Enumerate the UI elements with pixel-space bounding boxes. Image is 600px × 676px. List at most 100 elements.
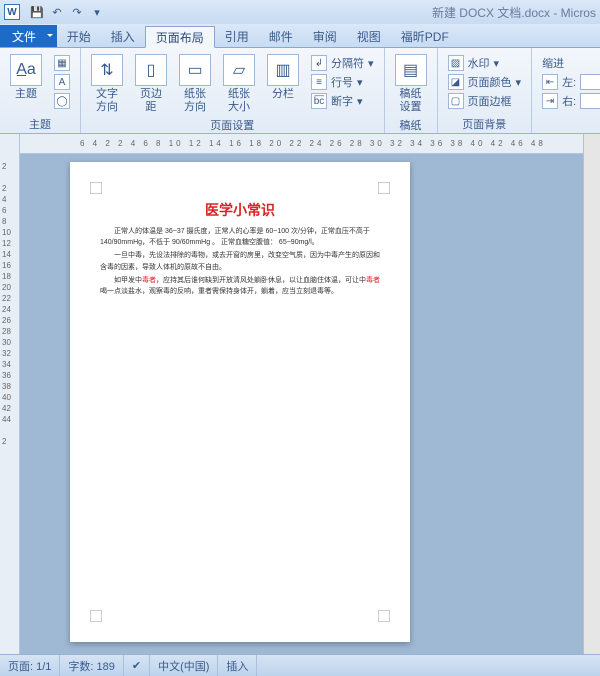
group-theme: A̲a 主题 ▦ A ◯ 主题 xyxy=(0,48,81,133)
ruler-tick: 14 xyxy=(2,250,11,254)
ruler-tick: 2 xyxy=(2,184,11,188)
ruler-tick: 44 xyxy=(2,415,11,419)
save-icon[interactable]: 💾 xyxy=(28,3,46,21)
linenum-icon: ≡ xyxy=(311,74,327,90)
paper-size-icon: ▱ xyxy=(223,54,255,86)
status-page[interactable]: 页面: 1/1 xyxy=(0,655,60,676)
ruler-tick xyxy=(2,426,11,430)
quick-access-toolbar: 💾 ↶ ↷ ▾ xyxy=(28,3,106,21)
tab-开始[interactable]: 开始 xyxy=(57,25,101,47)
qat-dropdown-icon[interactable]: ▾ xyxy=(88,3,106,21)
pagecolor-icon: ◪ xyxy=(448,74,464,90)
status-language[interactable]: 中文(中国) xyxy=(150,655,218,676)
group-label-theme: 主题 xyxy=(6,115,74,133)
app-icon: W xyxy=(4,4,20,20)
tab-页面布局[interactable]: 页面布局 xyxy=(145,26,215,48)
status-insert-mode[interactable]: 插入 xyxy=(218,655,257,676)
theme-icon: A̲a xyxy=(10,54,42,86)
indent-left-field[interactable]: ⇤左: xyxy=(538,73,600,91)
orientation-icon: ▭ xyxy=(179,54,211,86)
group-label-manuscript: 稿纸 xyxy=(391,116,431,134)
effects-icon: ◯ xyxy=(54,93,70,109)
status-word-count[interactable]: 字数: 189 xyxy=(60,655,123,676)
ruler-tick: 8 xyxy=(2,217,11,221)
document-body[interactable]: 正常人的体温是 36~37 摄氏度，正常人的心率是 60~100 次/分钟，正常… xyxy=(100,226,380,297)
document-paragraph[interactable]: 正常人的体温是 36~37 摄氏度，正常人的心率是 60~100 次/分钟，正常… xyxy=(100,226,380,248)
text-direction-button[interactable]: ⇅文字方向 xyxy=(87,52,127,116)
document-page[interactable]: 医学小常识 正常人的体温是 36~37 摄氏度，正常人的心率是 60~100 次… xyxy=(70,162,410,642)
ruler-tick: 22 xyxy=(2,294,11,298)
page-border-button[interactable]: ▢页面边框 xyxy=(444,92,526,110)
ruler-tick: 2 xyxy=(2,162,11,166)
ruler-tick: 42 xyxy=(2,404,11,408)
window-title: 新建 DOCX 文档.docx - Micros xyxy=(432,4,596,21)
group-page-background: ▨水印 ▾ ◪页面颜色 ▾ ▢页面边框 页面背景 xyxy=(438,48,533,133)
ruler-tick: 2 xyxy=(2,437,11,441)
page-canvas[interactable]: 医学小常识 正常人的体温是 36~37 摄氏度，正常人的心率是 60~100 次… xyxy=(20,154,583,654)
tab-审阅[interactable]: 审阅 xyxy=(303,25,347,47)
tab-引用[interactable]: 引用 xyxy=(215,25,259,47)
ribbon: A̲a 主题 ▦ A ◯ 主题 ⇅文字方向 ▯页边距 ▭纸张方向 ▱纸张大小 ▥… xyxy=(0,48,600,134)
margin-corner xyxy=(90,610,102,622)
columns-button[interactable]: ▥分栏 xyxy=(263,52,303,103)
group-page-setup: ⇅文字方向 ▯页边距 ▭纸张方向 ▱纸张大小 ▥分栏 ↲分隔符 ▾ ≡行号 ▾ … xyxy=(81,48,385,133)
margins-button[interactable]: ▯页边距 xyxy=(131,52,171,116)
pageborder-icon: ▢ xyxy=(448,93,464,109)
redo-icon[interactable]: ↷ xyxy=(68,3,86,21)
horizontal-ruler[interactable]: 6 4 2 2 4 6 8 10 12 14 16 18 20 22 24 26… xyxy=(20,134,583,154)
group-label-page-setup: 页面设置 xyxy=(87,116,378,134)
hyphenation-button[interactable]: b͞c断字 ▾ xyxy=(307,92,378,110)
document-paragraph[interactable]: 如甲发中毒者，应持其后谁何缺到开放清风处躺卧休息，以让血脑住体温，可让中毒者喝一… xyxy=(100,275,380,297)
ruler-tick: 30 xyxy=(2,338,11,342)
tab-福昕PDF[interactable]: 福昕PDF xyxy=(391,25,459,47)
line-numbers-button[interactable]: ≡行号 ▾ xyxy=(307,73,378,91)
file-tab[interactable]: 文件 xyxy=(0,25,57,47)
watermark-icon: ▨ xyxy=(448,55,464,71)
tab-插入[interactable]: 插入 xyxy=(101,25,145,47)
indent-right-field[interactable]: ⇥右: xyxy=(538,92,600,110)
orientation-button[interactable]: ▭纸张方向 xyxy=(175,52,215,116)
ruler-tick: 6 xyxy=(2,206,11,210)
ruler-tick: 32 xyxy=(2,349,11,353)
ruler-tick: 28 xyxy=(2,327,11,331)
watermark-button[interactable]: ▨水印 ▾ xyxy=(444,54,526,72)
status-proofing-icon[interactable]: ✔ xyxy=(124,655,150,676)
theme-colors-button[interactable]: ▦ xyxy=(50,54,74,72)
theme-button[interactable]: A̲a 主题 xyxy=(6,52,46,103)
ruler-tick: 18 xyxy=(2,272,11,276)
columns-icon: ▥ xyxy=(267,54,299,86)
breaks-button[interactable]: ↲分隔符 ▾ xyxy=(307,54,378,72)
ruler-tick: 26 xyxy=(2,316,11,320)
status-bar: 页面: 1/1 字数: 189 ✔ 中文(中国) 插入 xyxy=(0,654,600,676)
margin-corner xyxy=(90,182,102,194)
theme-fonts-button[interactable]: A xyxy=(50,73,74,91)
indent-left-icon: ⇤ xyxy=(542,74,558,90)
ruler-tick: 24 xyxy=(2,305,11,309)
editor-area: 2246810121416182022242628303234363840424… xyxy=(0,134,600,654)
indent-heading: 缩进 xyxy=(538,54,600,72)
undo-icon[interactable]: ↶ xyxy=(48,3,66,21)
ruler-tick: 4 xyxy=(2,195,11,199)
paper-size-button[interactable]: ▱纸张大小 xyxy=(219,52,259,116)
vertical-scrollbar[interactable] xyxy=(583,134,600,654)
ruler-tick: 12 xyxy=(2,239,11,243)
group-manuscript: ▤稿纸 设置 稿纸 xyxy=(385,48,438,133)
group-label-indent xyxy=(538,131,600,133)
theme-effects-button[interactable]: ◯ xyxy=(50,92,74,110)
vertical-ruler[interactable]: 2246810121416182022242628303234363840424… xyxy=(0,134,20,654)
indent-right-icon: ⇥ xyxy=(542,93,558,109)
ruler-tick: 38 xyxy=(2,382,11,386)
hyphen-icon: b͞c xyxy=(311,93,327,109)
manuscript-button[interactable]: ▤稿纸 设置 xyxy=(391,52,431,116)
title-bar: W 💾 ↶ ↷ ▾ 新建 DOCX 文档.docx - Micros xyxy=(0,0,600,24)
font-icon: A xyxy=(54,74,70,90)
tab-视图[interactable]: 视图 xyxy=(347,25,391,47)
page-color-button[interactable]: ◪页面颜色 ▾ xyxy=(444,73,526,91)
tab-邮件[interactable]: 邮件 xyxy=(259,25,303,47)
ruler-tick: 40 xyxy=(2,393,11,397)
manuscript-icon: ▤ xyxy=(395,54,427,86)
document-paragraph[interactable]: 一旦中毒，先设法排除的毒物，或去开窗的房里，改变空气质，因为中毒产生的原因和含毒… xyxy=(100,250,380,272)
group-label-page-bg: 页面背景 xyxy=(444,115,526,133)
ruler-tick: 10 xyxy=(2,228,11,232)
document-title[interactable]: 医学小常识 xyxy=(100,200,380,220)
